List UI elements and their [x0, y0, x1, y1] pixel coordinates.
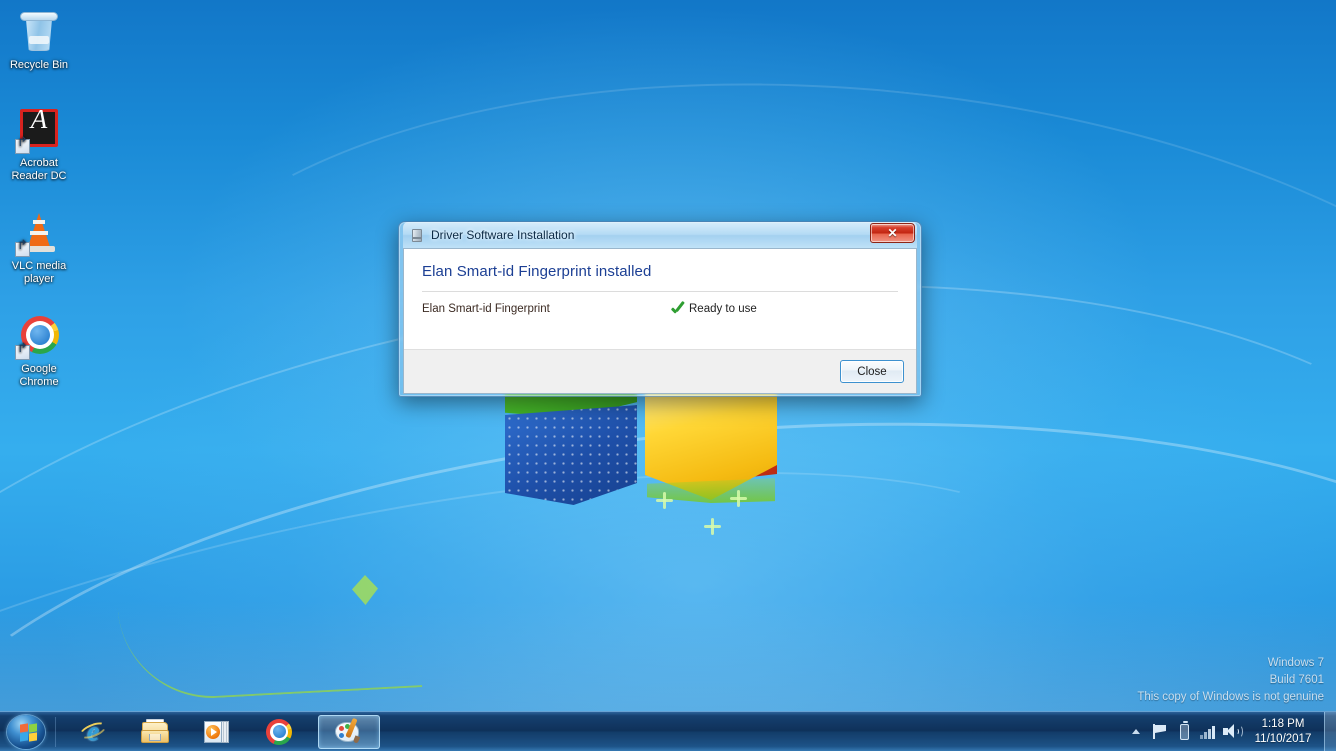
sparkle-icon [656, 492, 673, 509]
desktop-icon-label-line2: Chrome [19, 375, 59, 388]
desktop-icon-label-line1: Acrobat [20, 157, 58, 169]
google-chrome-icon [15, 312, 63, 360]
desktop[interactable]: Recycle Bin Acrobat Reader DC VLC media … [0, 0, 1336, 751]
dialog-titlebar[interactable]: Driver Software Installation ✕ [403, 222, 917, 248]
taskbar-item-windows-media-player[interactable] [194, 715, 240, 749]
taskbar-divider [55, 716, 56, 747]
driver-software-installation-dialog[interactable]: Driver Software Installation ✕ Elan Smar… [398, 221, 922, 397]
close-button[interactable]: Close [840, 360, 904, 383]
internet-explorer-icon: e [77, 716, 109, 747]
paint-palette-icon [334, 717, 364, 747]
shortcut-arrow-icon [15, 242, 30, 257]
clock-date: 11/10/2017 [1254, 732, 1312, 745]
windows-activation-watermark: Windows 7 Build 7601 This copy of Window… [1137, 655, 1324, 706]
device-status: Ready to use [670, 302, 757, 316]
driver-device-icon [410, 228, 425, 243]
device-status-label: Ready to use [689, 303, 757, 315]
device-name: Elan Smart-id Fingerprint [422, 303, 550, 315]
wallpaper-stem [117, 592, 423, 703]
shortcut-arrow-icon [15, 139, 30, 154]
green-check-icon [670, 302, 686, 316]
taskbar-item-internet-explorer[interactable]: e [70, 715, 116, 749]
watermark-line-build: Build 7601 [1269, 674, 1324, 686]
taskbar[interactable]: e 1:18 PM 11/10/2017 [0, 711, 1336, 751]
folder-explorer-icon [140, 717, 170, 747]
sparkle-icon [730, 490, 747, 507]
dialog-content: Elan Smart-id Fingerprint installed Elan… [404, 249, 916, 349]
desktop-icon-label-line1: VLC media [11, 260, 67, 272]
media-player-icon [202, 717, 232, 747]
desktop-icon-vlc-media-player[interactable]: VLC media player [2, 209, 76, 285]
recycle-bin-icon [15, 8, 63, 56]
chevron-up-icon[interactable] [1124, 716, 1148, 748]
windows-orb-icon [7, 714, 45, 749]
dialog-separator [422, 291, 898, 292]
network-bars-icon[interactable] [1196, 716, 1220, 748]
battery-icon[interactable] [1172, 716, 1196, 748]
clock[interactable]: 1:18 PM 11/10/2017 [1244, 717, 1322, 747]
dialog-title: Driver Software Installation [431, 228, 575, 242]
desktop-icon-label-line1: Google [21, 363, 57, 375]
watermark-line-edition: Windows 7 [1267, 657, 1324, 669]
clock-time: 1:18 PM [1261, 717, 1305, 730]
taskbar-item-paint[interactable] [318, 714, 380, 749]
google-chrome-icon [264, 717, 294, 747]
sparkle-icon [704, 518, 721, 535]
dialog-footer: Close [404, 349, 916, 393]
show-desktop-button[interactable] [1324, 711, 1336, 751]
watermark-line-genuine: This copy of Windows is not genuine [1137, 691, 1324, 703]
desktop-icon-google-chrome[interactable]: Google Chrome [2, 312, 76, 388]
speaker-icon[interactable] [1220, 716, 1244, 748]
flag-pane-dots [505, 405, 637, 505]
vlc-media-player-icon [15, 209, 63, 257]
desktop-icon-label: Recycle Bin [9, 59, 69, 71]
dialog-heading: Elan Smart-id Fingerprint installed [422, 263, 652, 280]
close-icon[interactable]: ✕ [870, 223, 915, 243]
taskbar-item-windows-explorer[interactable] [132, 715, 178, 749]
start-button[interactable] [3, 714, 51, 750]
desktop-icon-recycle-bin[interactable]: Recycle Bin [2, 8, 76, 72]
flag-icon[interactable] [1148, 716, 1172, 748]
dialog-body: Elan Smart-id Fingerprint installed Elan… [403, 248, 917, 394]
device-status-row: Elan Smart-id Fingerprint Ready to use [422, 302, 898, 316]
shortcut-arrow-icon [15, 345, 30, 360]
acrobat-reader-icon [15, 106, 63, 154]
desktop-icon-label-line2: Reader DC [11, 169, 67, 182]
desktop-icon-acrobat-reader[interactable]: Acrobat Reader DC [2, 106, 76, 182]
system-tray[interactable]: 1:18 PM 11/10/2017 [1124, 711, 1336, 751]
taskbar-item-google-chrome[interactable] [256, 715, 302, 749]
desktop-icon-label-line2: player [24, 272, 54, 285]
